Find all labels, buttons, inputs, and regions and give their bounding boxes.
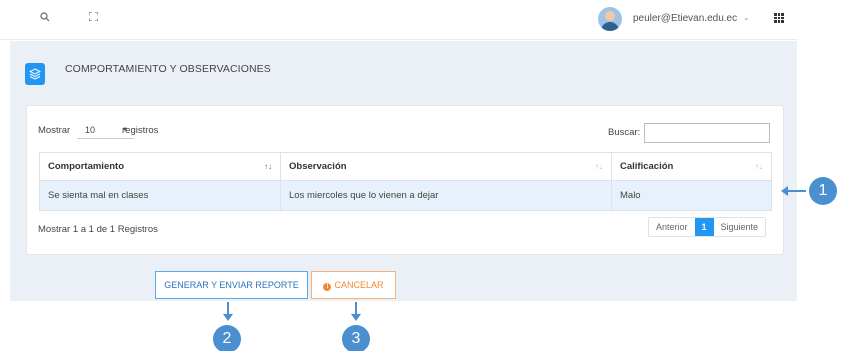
records-table: Comportamiento ↑↓ Observación ↑↓ Calific… <box>39 152 772 211</box>
page-title: COMPORTAMIENTO Y OBSERVACIONES <box>65 63 271 75</box>
annotation-marker-1: 1 <box>809 177 837 205</box>
length-label: Mostrar <box>38 125 71 136</box>
annotation-marker-2: 2 <box>213 325 241 351</box>
fullscreen-icon[interactable] <box>88 11 99 24</box>
search-label: Buscar: <box>608 127 641 138</box>
page-length-value: 10 <box>85 125 96 135</box>
column-header-observacion[interactable]: Observación ↑↓ <box>280 152 612 181</box>
sort-icon: ↑↓ <box>755 162 763 171</box>
column-header-comportamiento[interactable]: Comportamiento ↑↓ <box>39 152 281 181</box>
pagination: Anterior 1 Siguiente <box>648 217 767 237</box>
cell-calificacion: Malo <box>611 180 772 211</box>
top-bar: peuler@Etievan.edu.ec ⌄ <box>0 0 797 40</box>
generate-send-report-button[interactable]: GENERAR Y ENVIAR REPORTE <box>155 271 308 299</box>
annotation-marker-3: 3 <box>342 325 370 351</box>
annotation-arrow-3-icon <box>351 314 361 321</box>
layers-icon <box>25 63 45 85</box>
column-header-calificacion[interactable]: Calificación ↑↓ <box>611 152 772 181</box>
next-page-button[interactable]: Siguiente <box>714 218 766 236</box>
annotation-arrow-1-shaft <box>784 190 806 192</box>
column-header-label: Observación <box>289 161 347 172</box>
warning-icon: ! <box>323 283 332 291</box>
annotation-arrow-2-icon <box>223 314 233 321</box>
records-card: Mostrar 10 ▼ registros Buscar: Comportam… <box>26 105 784 255</box>
sort-icon: ↑↓ <box>264 162 272 171</box>
main-content: COMPORTAMIENTO Y OBSERVACIONES Mostrar 1… <box>10 41 797 301</box>
cell-observacion: Los miercoles que lo vienen a dejar <box>280 180 612 211</box>
table-header-row: Comportamiento ↑↓ Observación ↑↓ Calific… <box>39 152 772 181</box>
screen: peuler@Etievan.edu.ec ⌄ COMPORTAMIENTO Y… <box>0 0 842 351</box>
cell-comportamiento: Se sienta mal en clases <box>39 180 281 211</box>
search-input[interactable] <box>644 123 770 143</box>
table-row[interactable]: Se sienta mal en clases Los miercoles qu… <box>39 180 772 211</box>
apps-grid-icon[interactable] <box>774 13 784 23</box>
user-menu-chevron-icon[interactable]: ⌄ <box>743 13 750 22</box>
table-info: Mostrar 1 a 1 de 1 Registros <box>38 224 158 235</box>
cancel-label: CANCELAR <box>334 280 384 290</box>
page-1-button[interactable]: 1 <box>694 218 714 236</box>
user-avatar[interactable] <box>598 7 622 31</box>
search-icon[interactable] <box>40 12 50 25</box>
prev-page-button[interactable]: Anterior <box>649 218 695 236</box>
records-label: registros <box>122 125 159 136</box>
sort-icon: ↑↓ <box>595 162 603 171</box>
column-header-label: Comportamiento <box>48 161 124 172</box>
user-email[interactable]: peuler@Etievan.edu.ec <box>633 13 737 24</box>
column-header-label: Calificación <box>620 161 674 172</box>
cancel-button[interactable]: ! CANCELAR <box>311 271 396 299</box>
